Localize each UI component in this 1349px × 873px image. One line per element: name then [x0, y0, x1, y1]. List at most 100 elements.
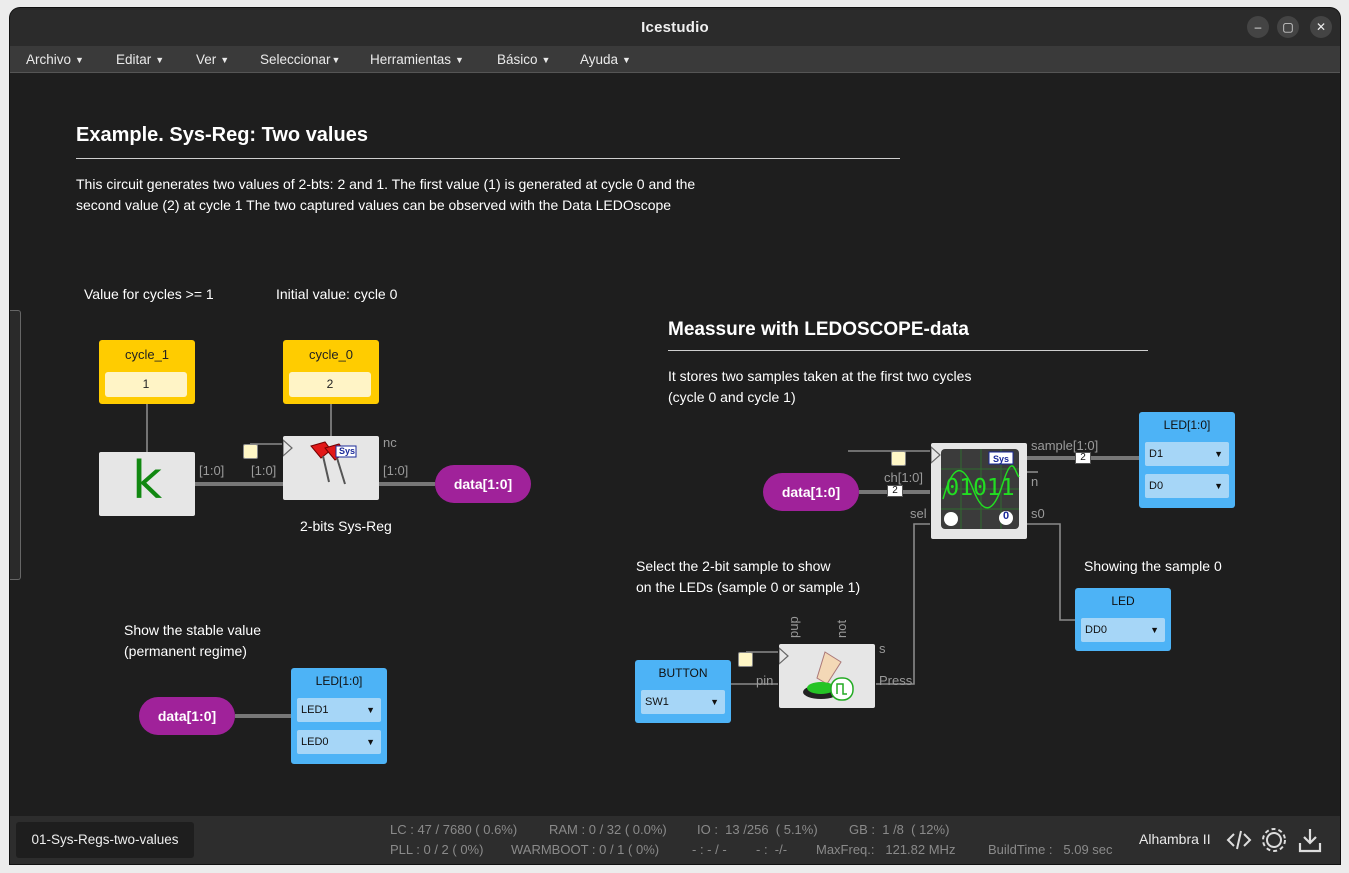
- menu-editar[interactable]: Editar ▼: [116, 52, 164, 67]
- project-tab[interactable]: 01-Sys-Regs-two-values: [16, 822, 194, 858]
- title-bar: Icestudio – ▢ ✕: [10, 8, 1340, 46]
- stat-dash-2: - : -/-: [756, 842, 788, 857]
- data-input-pill[interactable]: data[1:0]: [139, 697, 235, 735]
- stat-dash-1: - : - / -: [692, 842, 727, 857]
- minimize-button[interactable]: –: [1247, 16, 1269, 38]
- download-icon[interactable]: [1296, 826, 1324, 854]
- pup-label: pup: [786, 616, 801, 638]
- constant-cycle-1[interactable]: cycle_1 1: [99, 340, 195, 404]
- sysreg-block[interactable]: Sys: [282, 436, 379, 500]
- data-output-pill[interactable]: data[1:0]: [435, 465, 531, 503]
- button-select-sw1[interactable]: SW1 ▼: [641, 690, 725, 714]
- led-stable-block[interactable]: LED[1:0] LED1 ▼ LED0 ▼: [291, 668, 387, 764]
- caret-down-icon: ▼: [75, 55, 84, 65]
- menu-seleccionar[interactable]: Seleccionar▼: [260, 52, 340, 67]
- title-divider: [76, 158, 900, 159]
- close-button[interactable]: ✕: [1310, 16, 1332, 38]
- clock-input-box[interactable]: [738, 652, 753, 667]
- pushpin-icon: [282, 438, 357, 485]
- led-select-led0[interactable]: LED0 ▼: [297, 730, 381, 754]
- code-icon[interactable]: [1225, 826, 1253, 854]
- push-button-icon: [778, 646, 854, 701]
- constant-name: cycle_0: [308, 347, 354, 362]
- menu-ver[interactable]: Ver ▼: [196, 52, 229, 67]
- bus-width-tag: 2: [887, 485, 903, 497]
- bus-label: [1:0]: [251, 463, 277, 478]
- board-name[interactable]: Alhambra II: [1139, 831, 1211, 847]
- led-single-block[interactable]: LED DD0 ▼: [1075, 588, 1171, 651]
- maximize-button[interactable]: ▢: [1277, 16, 1299, 38]
- constant-value[interactable]: 2: [289, 372, 371, 397]
- showing-label: Showing the sample 0: [1084, 558, 1222, 574]
- led-select-led1[interactable]: LED1 ▼: [297, 698, 381, 722]
- k-constant-block[interactable]: k: [99, 452, 195, 516]
- stat-gb: GB : 1 /8 ( 12%): [849, 822, 950, 837]
- bus-label: [1:0]: [199, 463, 225, 478]
- dropdown-arrow-icon: ▼: [1214, 481, 1223, 491]
- stat-ram: RAM : 0 / 32 ( 0.0%): [549, 822, 667, 837]
- caret-down-icon: ▼: [622, 55, 631, 65]
- menu-bar: Archivo ▼ Editar ▼ Ver ▼ Seleccionar▼ Herra…: [10, 46, 1340, 73]
- clock-input-box[interactable]: [891, 451, 906, 466]
- constant-cycle-0[interactable]: cycle_0 2: [283, 340, 379, 404]
- led-select-d0[interactable]: D0 ▼: [1145, 474, 1229, 498]
- measure-divider: [668, 350, 1148, 351]
- ledoscope-block[interactable]: 01011 Sys 0: [930, 443, 1027, 539]
- dropdown-arrow-icon: ▼: [710, 697, 719, 707]
- led-name: LED[1:0]: [315, 674, 363, 688]
- stat-io: IO : 13 /256 ( 5.1%): [697, 822, 818, 837]
- data-scope-pill[interactable]: data[1:0]: [763, 473, 859, 511]
- led-main-block[interactable]: LED[1:0] D1 ▼ D0 ▼: [1139, 412, 1235, 508]
- caret-down-icon: ▼: [155, 55, 165, 65]
- caret-down-icon: ▼: [220, 55, 230, 65]
- constant-name: cycle_1: [124, 347, 170, 362]
- bus-width-tag: 2: [1075, 452, 1091, 464]
- button-name: BUTTON: [658, 666, 708, 680]
- note-initial: Initial value: cycle 0: [276, 286, 398, 302]
- description-line-1: This circuit generates two values of 2-b…: [76, 176, 696, 192]
- stat-buildtime: BuildTime : 5.09 sec: [988, 842, 1113, 857]
- description-line-2: second value (2) at cycle 1 The two capt…: [76, 197, 672, 213]
- side-dock[interactable]: [10, 310, 21, 580]
- menu-basico[interactable]: Básico ▼: [497, 52, 550, 67]
- button-driver-block[interactable]: [778, 644, 875, 708]
- page-title: Example. Sys-Reg: Two values: [76, 124, 368, 146]
- scope-zero: 0: [1002, 510, 1010, 522]
- window-title: Icestudio: [641, 19, 709, 36]
- dropdown-arrow-icon: ▼: [366, 705, 375, 715]
- led-select-d1[interactable]: D1 ▼: [1145, 442, 1229, 466]
- measure-line-1: It stores two samples taken at the first…: [668, 368, 972, 384]
- measure-title: Meassure with LEDOSCOPE-data: [668, 319, 969, 340]
- dropdown-arrow-icon: ▼: [366, 737, 375, 747]
- dropdown-arrow-icon: ▼: [1214, 449, 1223, 459]
- nc-label: nc: [383, 435, 397, 450]
- led-name: LED[1:0]: [1163, 418, 1211, 432]
- button-input-block[interactable]: BUTTON SW1 ▼: [635, 660, 731, 723]
- menu-ayuda[interactable]: Ayuda ▼: [580, 52, 631, 67]
- app-window: Icestudio – ▢ ✕ Archivo ▼ Editar ▼ Ver ▼ Se…: [10, 8, 1340, 864]
- led-select-dd0[interactable]: DD0 ▼: [1081, 618, 1165, 642]
- caret-down-icon: ▼: [331, 55, 341, 65]
- press-label: Press: [879, 673, 913, 688]
- not-label: not: [834, 619, 849, 638]
- caret-down-icon: ▼: [455, 55, 464, 65]
- scope-digits: 01011: [945, 475, 1015, 501]
- menu-herramientas[interactable]: Herramientas ▼: [370, 52, 464, 67]
- measure-line-2: (cycle 0 and cycle 1): [668, 389, 796, 405]
- clock-input-box[interactable]: [243, 444, 258, 459]
- gear-icon[interactable]: [1260, 826, 1288, 854]
- sel-label: sel: [910, 506, 927, 521]
- sys-badge: Sys: [992, 454, 1009, 464]
- constant-value[interactable]: 1: [105, 372, 187, 397]
- note-stable-1: Show the stable value: [124, 622, 261, 638]
- stat-warmboot: WARMBOOT : 0 / 1 ( 0%): [511, 842, 660, 857]
- led-name: LED: [1111, 594, 1135, 608]
- circuit-canvas[interactable]: Example. Sys-Reg: Two values This circui…: [10, 74, 1340, 816]
- s0-label: s0: [1031, 506, 1045, 521]
- sysreg-label: 2-bits Sys-Reg: [300, 518, 392, 534]
- sample-label: sample[1:0]: [1031, 438, 1099, 453]
- note-cycles: Value for cycles >= 1: [84, 286, 214, 302]
- status-bar: 01-Sys-Regs-two-values LC : 47 / 7680 ( …: [10, 816, 1340, 864]
- menu-archivo[interactable]: Archivo ▼: [26, 52, 84, 67]
- sys-badge: Sys: [338, 446, 355, 456]
